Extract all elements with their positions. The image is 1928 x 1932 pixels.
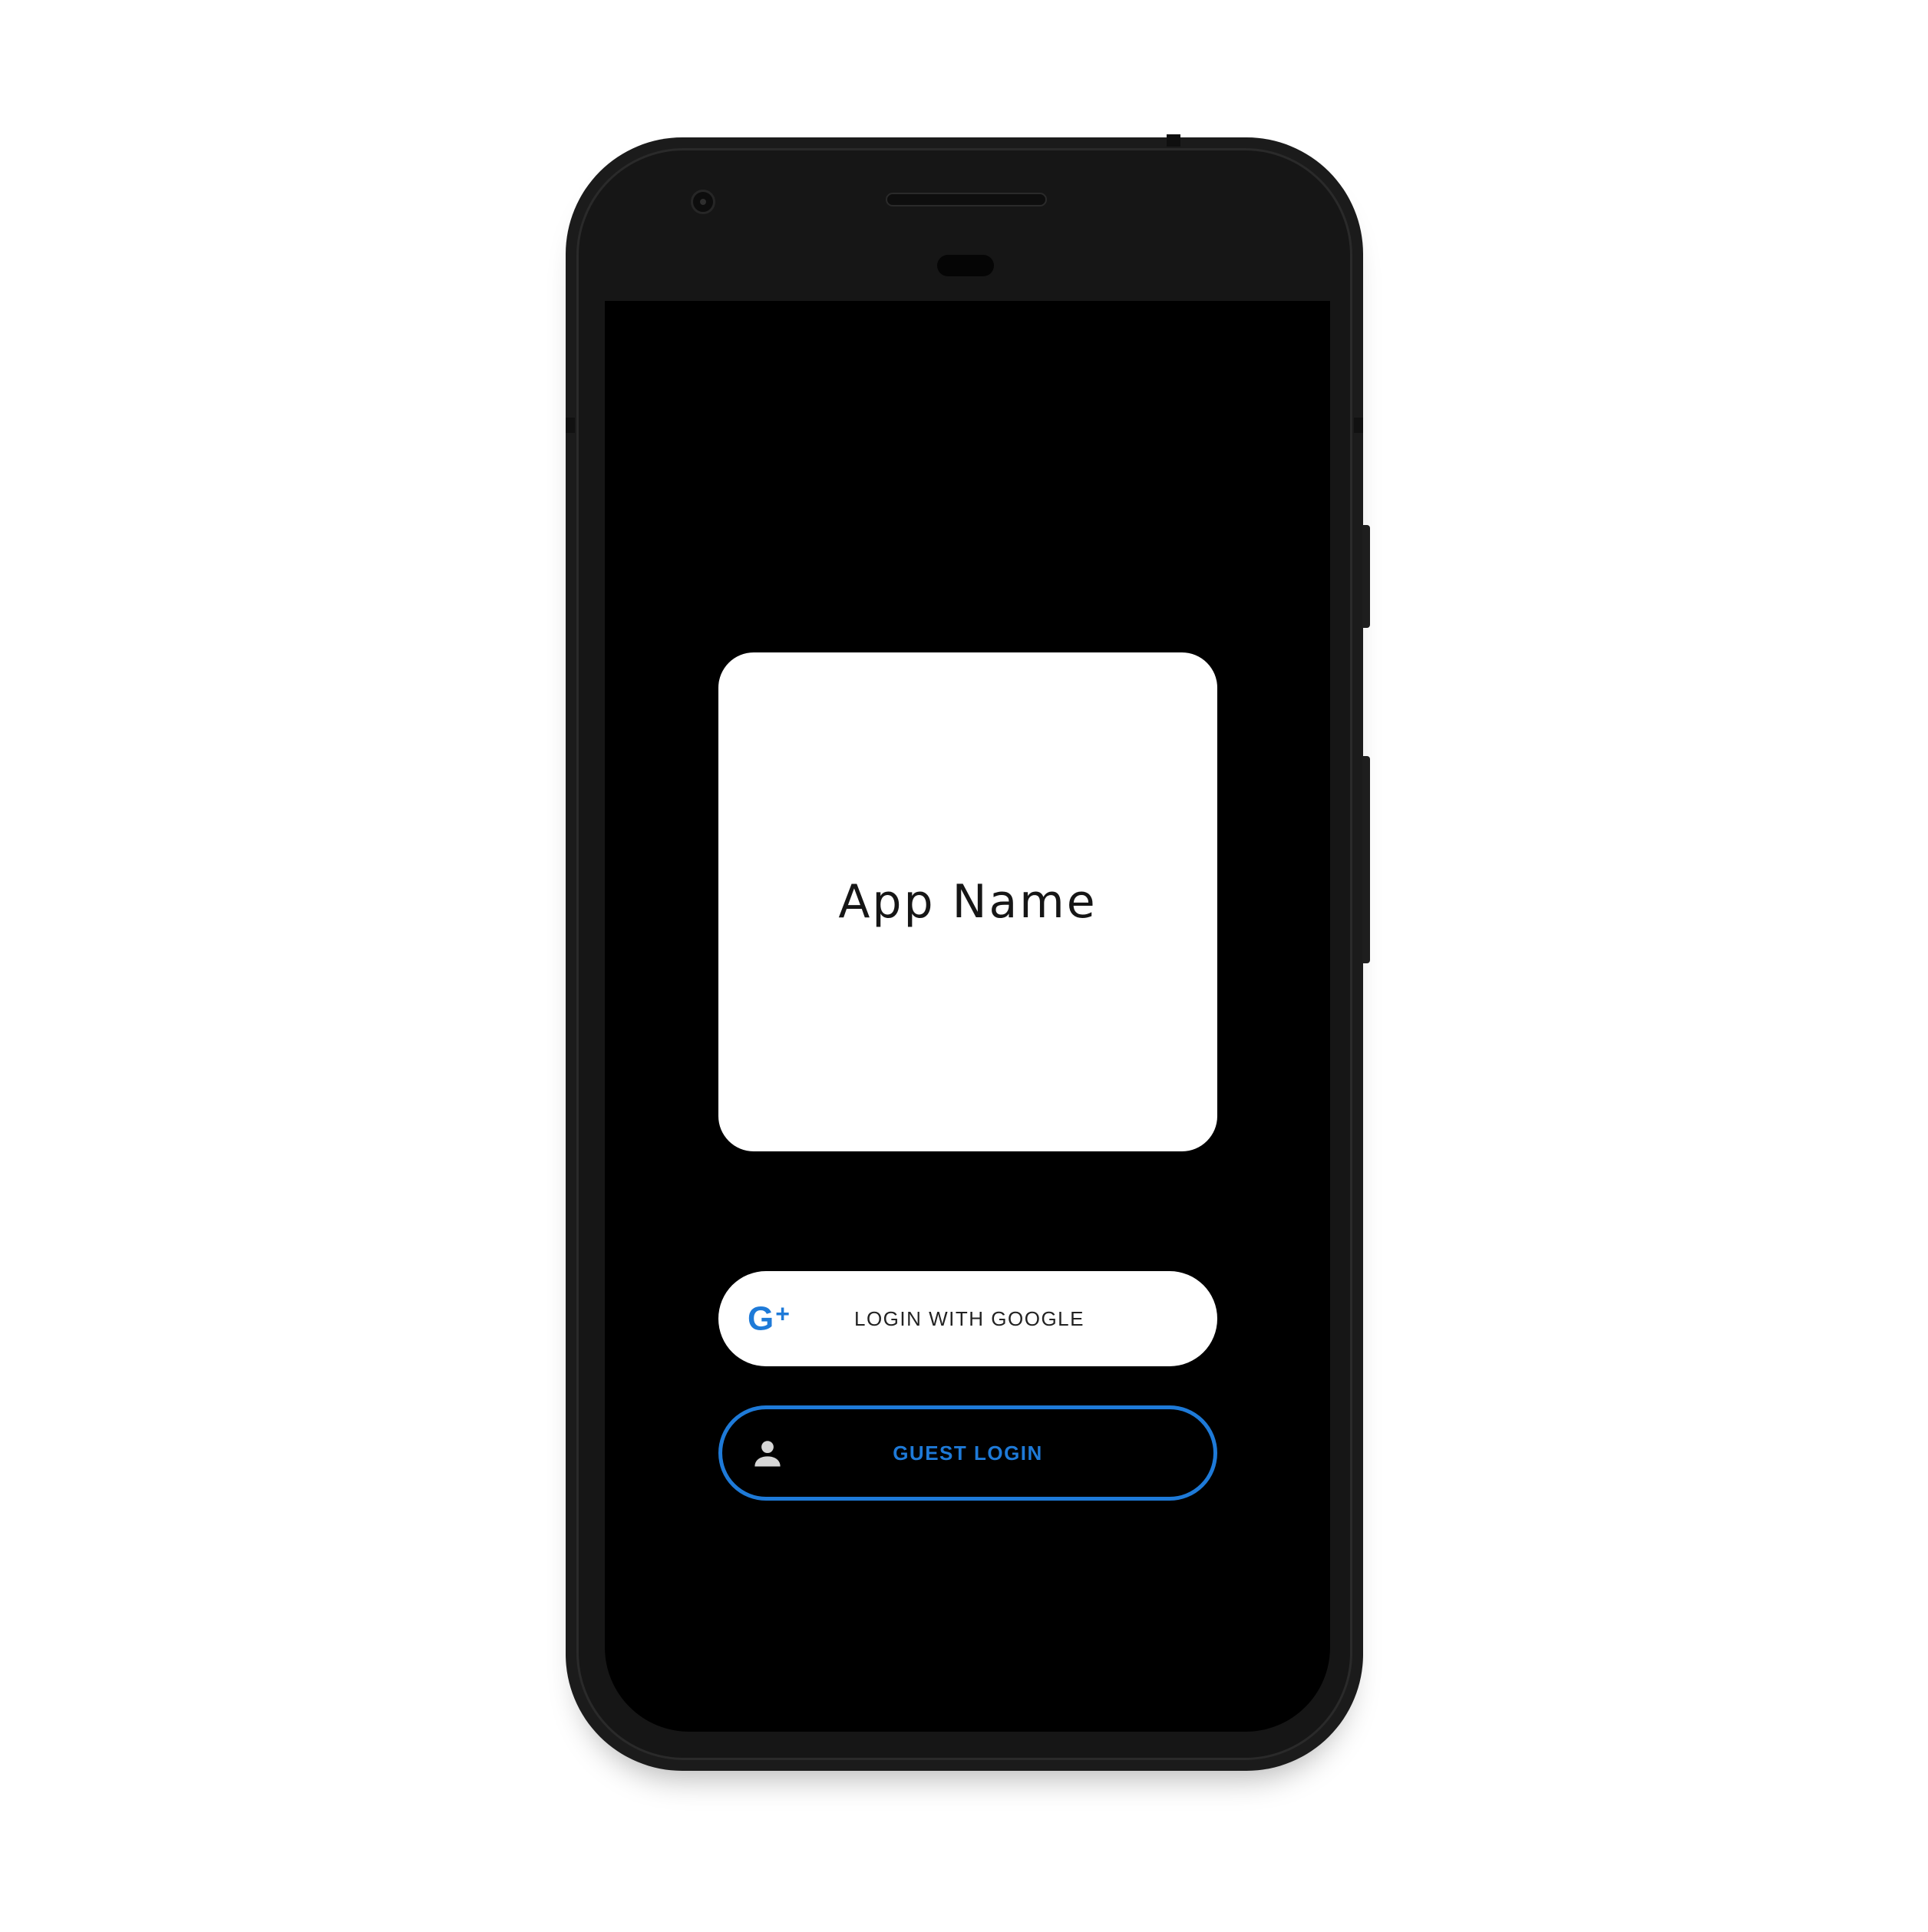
- phone-frame: App Name G + LOGIN WITH GOOGLE GUEST LOGI…: [566, 134, 1370, 1771]
- person-icon: [751, 1437, 784, 1469]
- power-button: [1362, 525, 1370, 628]
- earpiece-speaker: [886, 193, 1047, 206]
- antenna-notch: [1167, 134, 1180, 147]
- login-with-google-label: LOGIN WITH GOOGLE: [854, 1306, 1084, 1330]
- proximity-sensor: [937, 255, 994, 276]
- antenna-line: [1354, 418, 1363, 433]
- app-name: App Name: [838, 875, 1098, 929]
- app-screen: App Name G + LOGIN WITH GOOGLE GUEST LOGI…: [605, 301, 1330, 1732]
- front-camera: [691, 190, 715, 214]
- google-plus-icon: G +: [748, 1300, 790, 1338]
- guest-login-label: GUEST LOGIN: [893, 1441, 1043, 1465]
- antenna-line: [566, 418, 575, 433]
- volume-rocker: [1362, 756, 1370, 963]
- app-logo-card: App Name: [718, 652, 1217, 1151]
- guest-login-button[interactable]: GUEST LOGIN: [718, 1405, 1217, 1501]
- login-with-google-button[interactable]: G + LOGIN WITH GOOGLE: [718, 1271, 1217, 1366]
